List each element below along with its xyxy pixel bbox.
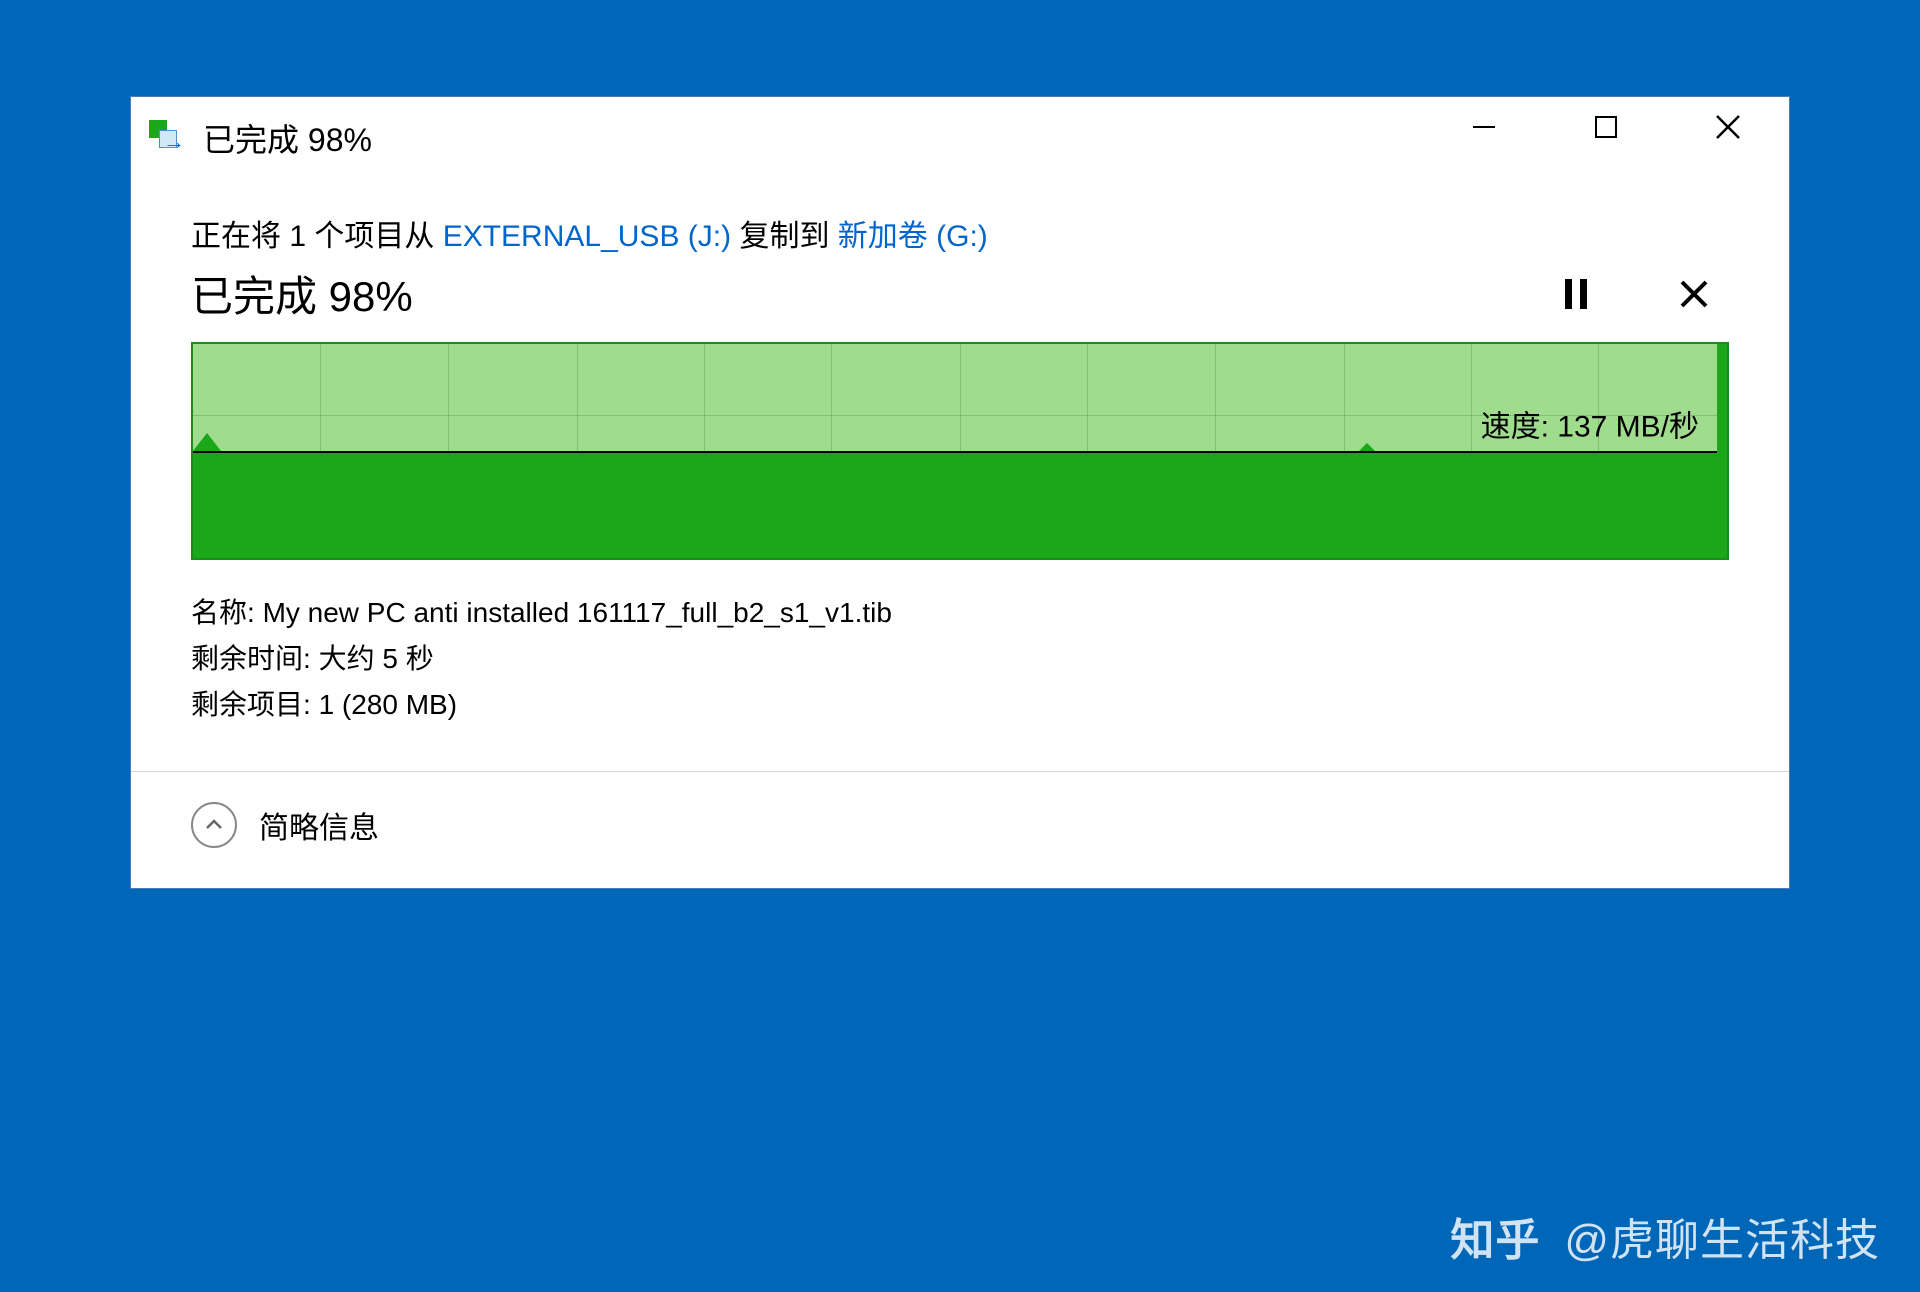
maximize-button[interactable] bbox=[1545, 97, 1667, 157]
time-remaining-row: 剩余时间: 大约 5 秒 bbox=[191, 636, 1729, 682]
titlebar[interactable]: → 已完成 98% bbox=[131, 97, 1789, 179]
file-copy-dialog: → 已完成 98% 正在将 1 个项目从 EXTERNAL_USB (J:) 复… bbox=[130, 96, 1790, 889]
window-controls bbox=[1423, 97, 1789, 157]
speed-chart-current-bar bbox=[1717, 344, 1727, 558]
items-value: 1 (280 MB) bbox=[319, 689, 458, 720]
time-label: 剩余时间: bbox=[191, 643, 319, 674]
chevron-up-icon bbox=[203, 814, 225, 836]
zhihu-logo: 知乎 bbox=[1450, 1204, 1540, 1268]
speed-label: 速度: 137 MB/秒 bbox=[1481, 402, 1699, 446]
status-row: 已完成 98% bbox=[191, 263, 1729, 324]
speed-spike-start bbox=[193, 433, 221, 451]
desc-prefix: 正在将 1 个项目从 bbox=[191, 220, 443, 253]
desc-mid: 复制到 bbox=[731, 220, 838, 253]
minimize-button[interactable] bbox=[1423, 97, 1545, 157]
close-button[interactable] bbox=[1667, 97, 1789, 157]
pause-button[interactable] bbox=[1563, 277, 1589, 311]
speed-chart: 速度: 137 MB/秒 bbox=[191, 342, 1729, 560]
speed-chart-fill bbox=[193, 451, 1727, 558]
items-remaining-row: 剩余项目: 1 (280 MB) bbox=[191, 682, 1729, 728]
watermark-author: @虎聊生活科技 bbox=[1564, 1204, 1880, 1268]
watermark: 知乎 @虎聊生活科技 bbox=[1450, 1204, 1880, 1268]
operation-controls bbox=[1563, 277, 1729, 311]
copy-operation-icon: → bbox=[149, 120, 185, 156]
dialog-footer: 简略信息 bbox=[131, 771, 1789, 888]
progress-status: 已完成 98% bbox=[191, 263, 413, 324]
destination-location-link[interactable]: 新加卷 (G:) bbox=[838, 220, 988, 253]
items-label: 剩余项目: bbox=[191, 689, 319, 720]
file-name-row: 名称: My new PC anti installed 161117_full… bbox=[191, 590, 1729, 636]
name-value: My new PC anti installed 161117_full_b2_… bbox=[263, 597, 892, 628]
name-label: 名称: bbox=[191, 597, 263, 628]
cancel-button[interactable] bbox=[1679, 277, 1709, 311]
dialog-content: 正在将 1 个项目从 EXTERNAL_USB (J:) 复制到 新加卷 (G:… bbox=[131, 179, 1789, 739]
collapse-details-button[interactable] bbox=[191, 802, 237, 848]
window-title: 已完成 98% bbox=[203, 115, 1423, 161]
operation-description: 正在将 1 个项目从 EXTERNAL_USB (J:) 复制到 新加卷 (G:… bbox=[191, 211, 1729, 255]
speed-spike-mid bbox=[1359, 443, 1375, 451]
time-value: 大约 5 秒 bbox=[319, 643, 434, 674]
source-location-link[interactable]: EXTERNAL_USB (J:) bbox=[443, 220, 731, 253]
toggle-details-label[interactable]: 简略信息 bbox=[259, 803, 379, 847]
